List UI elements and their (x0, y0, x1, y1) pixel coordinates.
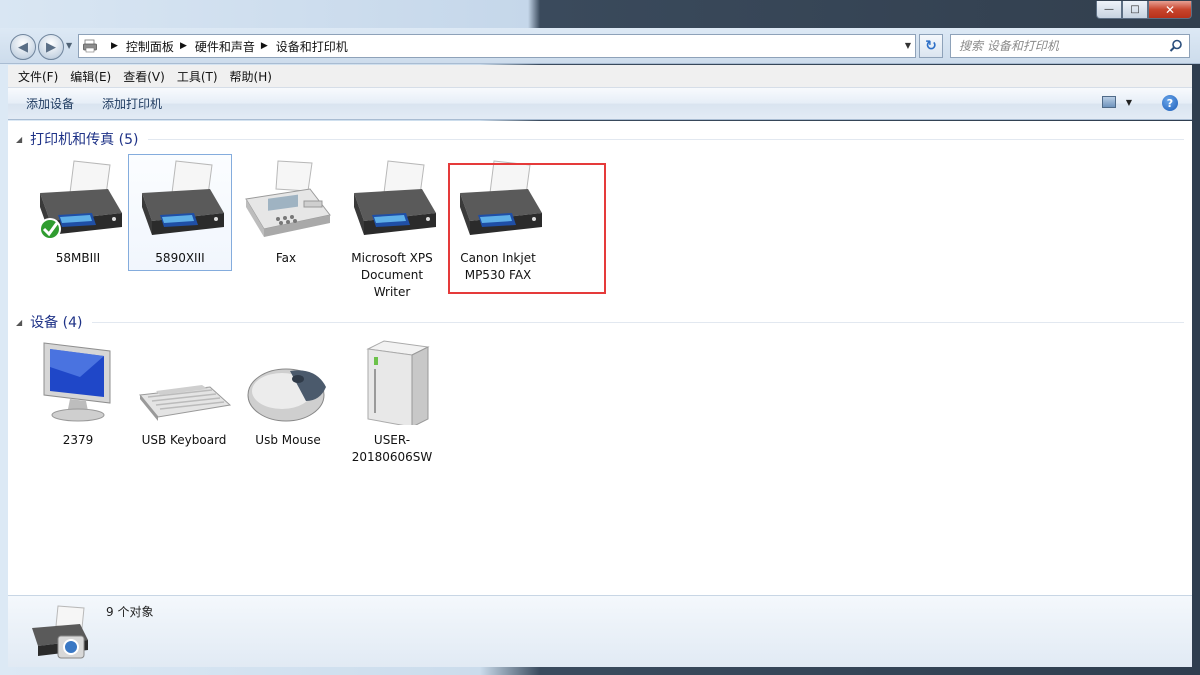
back-button[interactable]: ◀ (10, 34, 36, 60)
printer-icon (142, 160, 224, 235)
change-view-button[interactable]: ▼ (1101, 96, 1132, 108)
back-arrow-icon: ◀ (18, 39, 28, 55)
device-label: Microsoft XPS Document Writer (351, 251, 433, 299)
minimize-button[interactable]: — (1096, 1, 1122, 19)
recent-pages-dropdown-icon[interactable]: ▼ (66, 41, 72, 50)
collapse-icon[interactable]: ◢ (16, 318, 22, 327)
device-label: USER-20180606SW (351, 433, 433, 464)
computer-tower-icon (366, 340, 430, 428)
group-header-printers[interactable]: ◢ 打印机和传真 (5) (16, 129, 1184, 149)
printer-camera-icon (32, 605, 88, 659)
group-divider (92, 321, 1184, 323)
device-label: 2379 (62, 433, 94, 447)
menu-view[interactable]: 查看(V) (117, 68, 171, 85)
red-highlight-box (448, 163, 606, 294)
refresh-button[interactable]: ↻ (919, 34, 943, 58)
group-header-devices[interactable]: ◢ 设备 (4) (16, 312, 1184, 332)
mouse-icon (247, 368, 326, 422)
breadcrumb-label: 设备和打印机 (275, 39, 348, 54)
group-title: 打印机和传真 (5) (30, 132, 139, 148)
add-printer-button[interactable]: 添加打印机 (94, 95, 170, 112)
breadcrumb-label: 硬件和声音 (194, 39, 255, 54)
menu-edit[interactable]: 编辑(E) (64, 68, 117, 85)
add-device-button[interactable]: 添加设备 (18, 95, 82, 112)
object-count: 9 个对象 (106, 605, 154, 619)
collapse-icon[interactable]: ◢ (16, 135, 22, 144)
address-row: ◀ ▶ ▼ ▶ 控制面板 ▶ 硬件和声音 ▶ 设备和打印机 ▼ ↻ (0, 28, 1200, 64)
menu-bar: 文件(F) 编辑(E) 查看(V) 工具(T) 帮助(H) (8, 65, 1192, 88)
monitor-icon (43, 342, 111, 422)
view-dropdown-icon[interactable]: ▼ (1126, 98, 1132, 107)
menu-help[interactable]: 帮助(H) (224, 68, 278, 85)
title-bar: — □ ✕ (0, 0, 1200, 28)
device-item-selected[interactable]: 5890XIII (128, 154, 232, 271)
breadcrumb-control-panel[interactable]: 控制面板 ▶ (126, 38, 195, 55)
forward-arrow-icon: ▶ (46, 39, 56, 55)
device-label: Fax (275, 251, 297, 265)
address-bar[interactable]: ▶ 控制面板 ▶ 硬件和声音 ▶ 设备和打印机 ▼ (78, 34, 916, 58)
fax-icon (245, 160, 331, 237)
menu-tools[interactable]: 工具(T) (171, 68, 224, 85)
breadcrumb-root-arrow[interactable]: ▶ (105, 41, 126, 51)
breadcrumb-label: 控制面板 (125, 39, 174, 54)
menu-file[interactable]: 文件(F) (12, 68, 64, 85)
device-item[interactable]: USB Keyboard (132, 337, 236, 449)
printer-icon (354, 160, 436, 235)
refresh-icon: ↻ (925, 38, 937, 54)
window: — □ ✕ ◀ ▶ ▼ ▶ 控制面板▶ 硬件和声音▶ 设备和打印机 ▼ ↻ (0, 0, 1200, 675)
details-pane: 9 个对象 (8, 595, 1192, 667)
device-label: 58MBIII (55, 251, 101, 265)
device-item[interactable]: Fax (234, 155, 338, 267)
view-icon (1101, 96, 1116, 108)
device-item[interactable]: 58MBIII (26, 155, 130, 267)
device-item[interactable]: 2379 (26, 337, 130, 449)
group-title: 设备 (4) (30, 315, 83, 331)
address-dropdown-icon[interactable]: ▼ (905, 41, 911, 50)
device-label: Usb Mouse (255, 433, 321, 447)
close-button[interactable]: ✕ (1148, 1, 1192, 19)
breadcrumb-separator-icon[interactable]: ▶ (180, 41, 187, 51)
breadcrumb-separator-icon[interactable]: ▶ (261, 41, 268, 51)
keyboard-icon (139, 385, 232, 421)
device-item[interactable]: USER-20180606SW (340, 337, 444, 466)
maximize-button[interactable]: □ (1122, 1, 1148, 19)
device-label: 5890XIII (155, 251, 205, 265)
devices-printers-folder-icon (83, 39, 97, 53)
content-area: ◢ 打印机和传真 (5) 58MBIII 5890XIII Fax Micros… (8, 121, 1192, 595)
help-icon[interactable]: ? (1162, 95, 1178, 111)
breadcrumb-hardware-sound[interactable]: 硬件和声音 ▶ (195, 38, 276, 55)
command-bar: 添加设备 添加打印机 ▼ ? (8, 88, 1192, 120)
group-divider (148, 138, 1184, 140)
breadcrumb-devices-printers[interactable]: 设备和打印机 (276, 38, 348, 55)
window-controls: — □ ✕ (1096, 1, 1192, 19)
search-box (950, 34, 1190, 58)
device-item[interactable]: Microsoft XPS Document Writer (340, 155, 444, 301)
device-label: USB Keyboard (141, 433, 227, 447)
device-item[interactable]: Usb Mouse (236, 337, 340, 449)
search-input[interactable] (959, 39, 1169, 53)
printer-default-icon (39, 160, 122, 240)
search-icon[interactable] (1169, 39, 1183, 53)
forward-button[interactable]: ▶ (38, 34, 64, 60)
